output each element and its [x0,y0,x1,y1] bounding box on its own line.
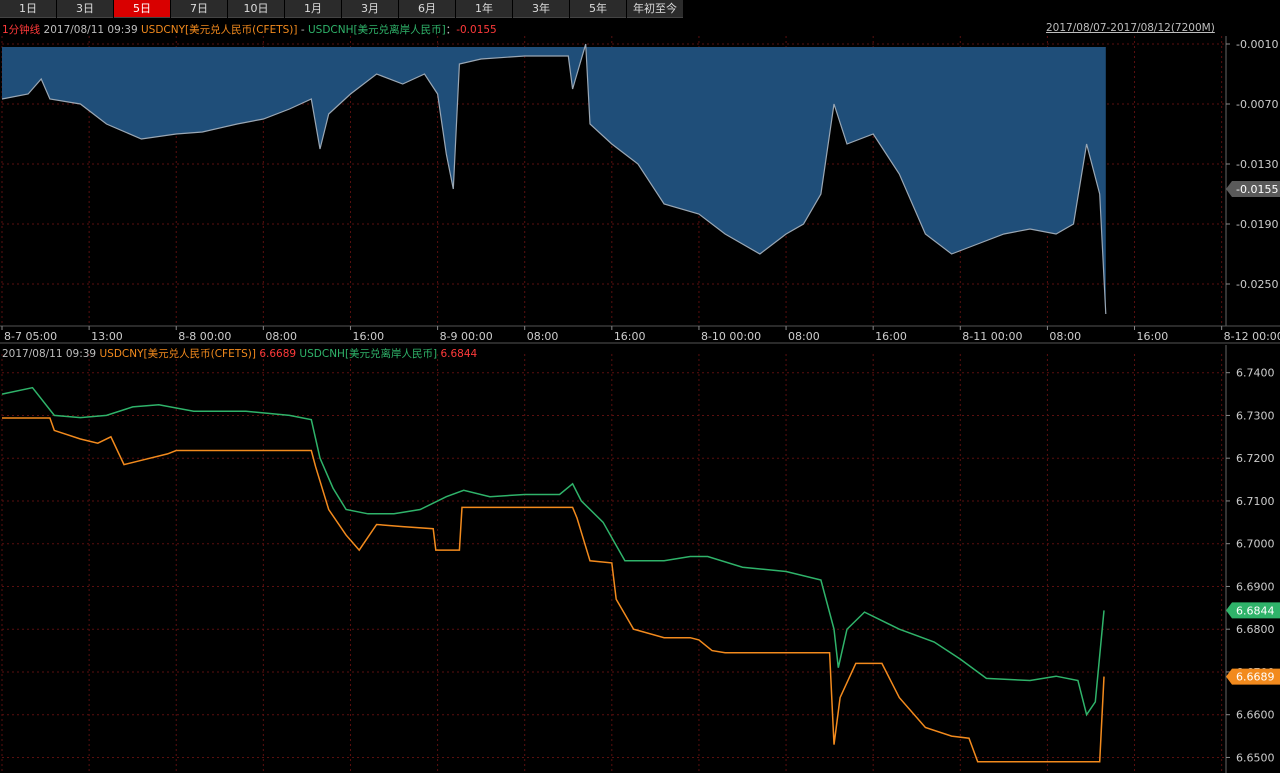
top-y-tick-label: -0.0250 [1236,278,1278,291]
x-tick-label: 8-8 00:00 [178,330,231,343]
bottom-y-tick-label: 6.7000 [1236,538,1275,551]
x-tick-label: 8-10 00:00 [701,330,761,343]
bottom-y-tick-label: 6.7400 [1236,367,1275,380]
x-tick-label: 16:00 [614,330,646,343]
chart-canvas: -0.0010 -0.0070 -0.0130 -0.0190 -0.0250 -0.01… [0,36,1280,773]
x-tick-label: 8-11 00:00 [962,330,1022,343]
bottom-y-tick-label: 6.6800 [1236,623,1275,636]
top-y-tick-label: -0.0130 [1236,158,1278,171]
bottom-y-tick-label: 6.7200 [1236,452,1275,465]
bottom-y-tick-label: 6.6600 [1236,709,1275,722]
x-tick-label: 8-7 05:00 [4,330,57,343]
top-last-value-label: -0.0155 [1236,183,1278,196]
bottom-last-value-label: 6.6844 [1236,604,1275,617]
top-y-tick-label: -0.0070 [1236,98,1278,111]
bottom-y-tick-label: 6.7100 [1236,495,1275,508]
x-tick-label: 13:00 [91,330,123,343]
usdcnh-line [1,386,1105,717]
bottom-y-tick-label: 6.6500 [1236,751,1275,764]
x-tick-label: 16:00 [875,330,907,343]
usdcny-line [2,417,1105,763]
x-tick-label: 8-9 00:00 [440,330,493,343]
bottom-last-value-label: 6.6689 [1236,671,1275,684]
bottom-y-tick-label: 6.6900 [1236,580,1275,593]
bottom-y-tick-label: 6.7300 [1236,409,1275,422]
x-tick-label: 16:00 [1137,330,1169,343]
top-y-tick-label: -0.0190 [1236,218,1278,231]
top-y-tick-label: -0.0010 [1236,38,1278,51]
x-tick-label: 08:00 [1049,330,1081,343]
x-tick-label: 08:00 [265,330,297,343]
x-tick-label: 16:00 [352,330,384,343]
spread-area [2,47,1106,314]
x-tick-label: 08:00 [788,330,820,343]
x-tick-label: 08:00 [527,330,559,343]
x-tick-label: 8-12 00:00 [1224,330,1280,343]
